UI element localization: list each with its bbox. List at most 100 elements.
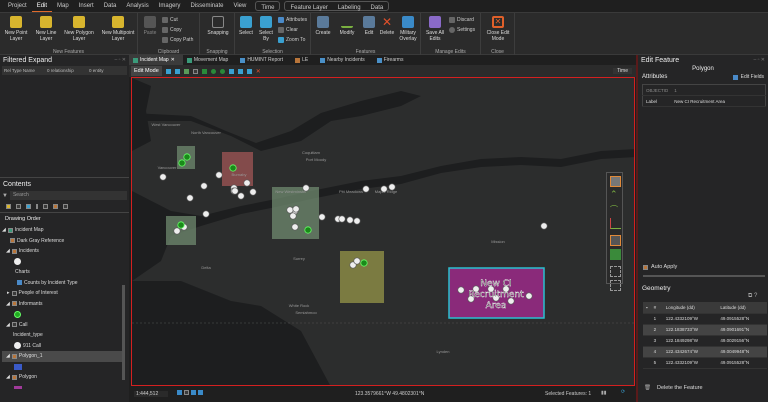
incident-marker[interactable] bbox=[290, 213, 296, 219]
tab-incident-map[interactable]: Incident Map ✕ bbox=[129, 55, 183, 65]
tab-le[interactable]: LE bbox=[291, 55, 316, 65]
tree-item-call[interactable]: ◢Call bbox=[2, 320, 129, 331]
incident-marker[interactable] bbox=[319, 214, 325, 220]
vertex-row[interactable]: 1122.4332109°W49.0915528°N bbox=[643, 313, 767, 324]
pan-icon[interactable] bbox=[175, 69, 180, 74]
full-extent-icon[interactable] bbox=[191, 390, 196, 395]
discard-button[interactable]: Discard bbox=[449, 17, 474, 23]
informant-marker[interactable] bbox=[178, 222, 184, 228]
new-polygon-layer-button[interactable]: New Polygon Layer bbox=[62, 16, 96, 42]
incident-marker[interactable] bbox=[160, 174, 166, 180]
delete-sketch-icon[interactable] bbox=[610, 280, 621, 291]
tab-disseminate[interactable]: Disseminate bbox=[185, 0, 228, 12]
select-button[interactable]: Select bbox=[237, 16, 255, 36]
polygon-green-2[interactable] bbox=[166, 216, 196, 245]
military-overlay-button[interactable]: Military Overlay bbox=[397, 16, 419, 42]
incident-marker[interactable] bbox=[232, 188, 238, 194]
tab-view[interactable]: View bbox=[228, 0, 251, 12]
checkbox[interactable] bbox=[12, 249, 17, 254]
informant-marker[interactable] bbox=[184, 154, 190, 160]
select-by-button[interactable]: Select By bbox=[257, 16, 275, 42]
tab-project[interactable]: Project bbox=[3, 0, 32, 12]
cut-button[interactable]: Cut bbox=[162, 17, 178, 23]
selection-icon[interactable] bbox=[26, 204, 31, 209]
drawing-order-icon[interactable] bbox=[6, 204, 11, 209]
new-point-layer-button[interactable]: New Point Layer bbox=[4, 16, 28, 42]
checkbox[interactable] bbox=[12, 375, 17, 380]
settings-button[interactable]: Settings bbox=[449, 27, 475, 33]
editing-icon[interactable] bbox=[36, 204, 38, 209]
modify-button[interactable]: Modify bbox=[336, 16, 358, 36]
tree-item-incidents[interactable]: ◢Incidents bbox=[2, 246, 129, 257]
ellipse-icon[interactable] bbox=[220, 69, 225, 74]
checkbox[interactable] bbox=[12, 322, 17, 327]
incident-marker[interactable] bbox=[363, 186, 369, 192]
tab-firearms[interactable]: Firearms bbox=[373, 55, 412, 65]
tree-item-911-call[interactable]: 911 Call bbox=[2, 341, 129, 352]
vertex-row[interactable]: 5122.4332109°W49.0915528°N bbox=[643, 357, 767, 368]
data-source-icon[interactable] bbox=[16, 204, 21, 209]
incident-marker[interactable] bbox=[250, 189, 256, 195]
fixed-zoom-icon[interactable] bbox=[177, 390, 182, 395]
tab-nearby-incidents[interactable]: Nearby Incidents bbox=[316, 55, 373, 65]
scale-icon[interactable] bbox=[247, 69, 252, 74]
incident-marker[interactable] bbox=[303, 185, 309, 191]
field-value[interactable]: New CI Recruitment Area bbox=[671, 96, 765, 107]
snapping-icon[interactable] bbox=[43, 204, 48, 209]
tab-analysis[interactable]: Analysis bbox=[121, 0, 153, 12]
tree-item-polygon[interactable]: ◢Polygon bbox=[2, 372, 129, 383]
rotate-icon[interactable] bbox=[238, 69, 243, 74]
new-line-layer-button[interactable]: New Line Layer bbox=[34, 16, 58, 42]
help-icon[interactable]: ? bbox=[754, 293, 757, 299]
incident-marker[interactable] bbox=[187, 195, 193, 201]
previous-extent-icon[interactable] bbox=[198, 390, 203, 395]
tab-humint-report[interactable]: HUMINT Report bbox=[236, 55, 291, 65]
incident-marker[interactable] bbox=[381, 186, 387, 192]
attributes-button[interactable]: Attributes bbox=[278, 17, 307, 23]
save-all-edits-button[interactable]: Save All Edits bbox=[424, 16, 446, 42]
incident-marker[interactable] bbox=[238, 193, 244, 199]
tree-item-dark-gray[interactable]: Dark Gray Reference bbox=[2, 236, 129, 247]
copy-path-button[interactable]: Copy Path bbox=[162, 37, 193, 43]
informant-marker[interactable] bbox=[179, 160, 185, 166]
informant-marker[interactable] bbox=[305, 227, 311, 233]
polygon-yellow[interactable] bbox=[340, 251, 384, 303]
finish-sketch-icon[interactable] bbox=[610, 266, 621, 277]
line-tool-icon[interactable]: ⌃ bbox=[610, 190, 621, 201]
incident-marker[interactable] bbox=[174, 228, 180, 234]
tree-item-counts-chart[interactable]: Counts by Incident Type bbox=[2, 278, 129, 289]
reshape-icon[interactable] bbox=[193, 69, 198, 74]
grid-icon[interactable] bbox=[184, 390, 189, 395]
incident-marker[interactable] bbox=[389, 184, 395, 190]
incident-marker[interactable] bbox=[541, 223, 547, 229]
tab-imagery[interactable]: Imagery bbox=[154, 0, 186, 12]
column-header[interactable]: 0 relationship bbox=[47, 68, 89, 73]
tab-movement-map[interactable]: Movement Map bbox=[183, 55, 236, 65]
rectangle-icon[interactable] bbox=[202, 69, 207, 74]
informant-marker[interactable] bbox=[361, 260, 367, 266]
tree-item-informants[interactable]: ◢Informants bbox=[2, 299, 129, 310]
time-slider-button[interactable]: Time bbox=[613, 68, 632, 74]
tab-map[interactable]: Map bbox=[52, 0, 74, 12]
circle-icon[interactable] bbox=[211, 69, 216, 74]
tree-item-people-of-interest[interactable]: ▸People of Interest bbox=[2, 288, 129, 299]
close-edit-mode-button[interactable]: ✕Close Edit Mode bbox=[483, 16, 513, 42]
new-multipoint-layer-button[interactable]: New Multipoint Layer bbox=[100, 16, 136, 42]
incident-marker[interactable] bbox=[458, 287, 464, 293]
pane-controls[interactable]: – ▫ ✕ bbox=[114, 57, 126, 63]
checkbox[interactable] bbox=[12, 291, 17, 296]
tree-item-incident-map[interactable]: ◢Incident Map bbox=[2, 225, 129, 236]
map-canvas[interactable]: West VancouverNorth VancouverVancouverPo… bbox=[132, 78, 635, 386]
copy-icon[interactable]: ⧉ bbox=[748, 293, 752, 299]
checkbox[interactable] bbox=[12, 354, 17, 359]
contents-search-input[interactable]: Search bbox=[10, 191, 127, 200]
labeling-icon[interactable] bbox=[53, 204, 58, 209]
incident-marker[interactable] bbox=[201, 183, 207, 189]
auto-apply-checkbox[interactable]: Auto Apply bbox=[643, 264, 677, 270]
incident-marker[interactable] bbox=[354, 258, 360, 264]
vertex-row[interactable]: 2122.1838733°W49.0901691°N bbox=[643, 324, 767, 335]
delete-button[interactable]: ✕Delete bbox=[378, 16, 396, 36]
splitter[interactable] bbox=[643, 275, 765, 277]
move-icon[interactable] bbox=[229, 69, 234, 74]
edit-vertices-icon[interactable] bbox=[184, 69, 189, 74]
